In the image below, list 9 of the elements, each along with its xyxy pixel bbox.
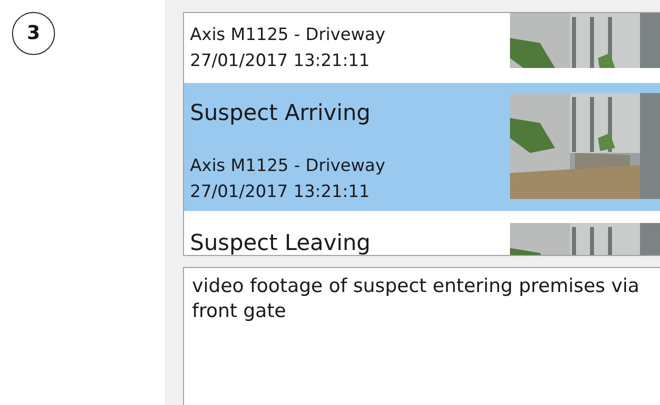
event-timestamp: 27/01/2017 13:21:11 bbox=[190, 50, 371, 73]
event-title: Suspect Arriving bbox=[190, 100, 372, 128]
event-title: Suspect Leaving bbox=[190, 230, 371, 255]
step-number: 3 bbox=[12, 12, 55, 55]
camera-name: Axis M1125 - Driveway bbox=[190, 24, 386, 47]
notes-field[interactable]: video footage of suspect entering premises via front gate bbox=[183, 267, 660, 405]
camera-name: Axis M1125 - Driveway bbox=[190, 155, 386, 178]
event-item[interactable]: Suspect Arriving Axis M1125 - Driveway 27/01/2017 13:21:11 bbox=[184, 83, 660, 213]
event-timestamp: 27/01/2017 13:21:11 bbox=[190, 181, 371, 204]
